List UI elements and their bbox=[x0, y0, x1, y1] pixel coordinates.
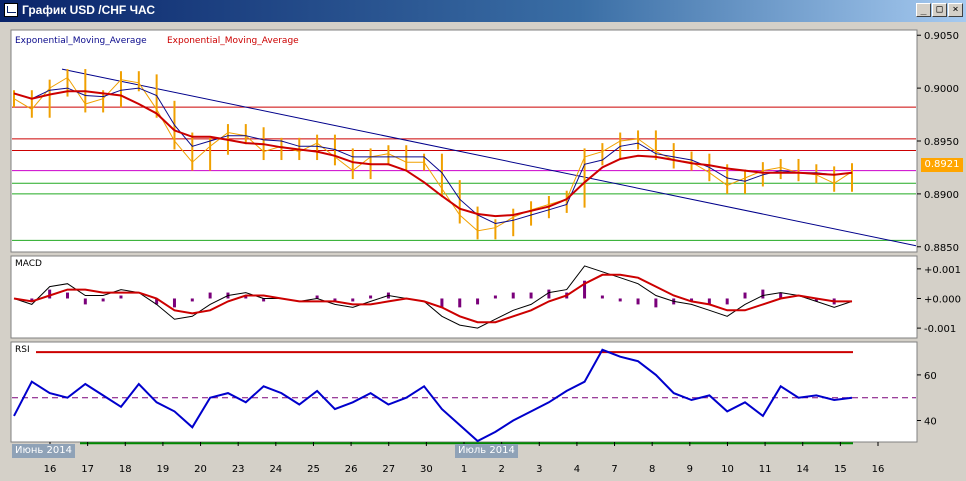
price-y-tick-label: 0.8850 bbox=[924, 243, 959, 254]
month-label-june: Июнь 2014 bbox=[12, 444, 75, 458]
x-tick-label: 9 bbox=[687, 464, 693, 475]
x-tick-label: 18 bbox=[119, 464, 132, 475]
x-tick-label: 10 bbox=[721, 464, 734, 475]
x-tick-label: 25 bbox=[307, 464, 320, 475]
x-tick-label: 4 bbox=[574, 464, 580, 475]
macd-y-tick-label: +0.001 bbox=[924, 265, 961, 276]
x-tick-label: 14 bbox=[796, 464, 809, 475]
x-tick-label: 17 bbox=[81, 464, 94, 475]
legend-ema-slow: Exponential_Moving_Average bbox=[167, 36, 299, 46]
x-tick-label: 27 bbox=[382, 464, 395, 475]
macd-y-tick-label: +0.000 bbox=[924, 294, 961, 305]
rsi-label: RSI bbox=[15, 345, 30, 355]
chart-canvas: Exponential_Moving_Average Exponential_M… bbox=[10, 29, 961, 475]
x-tick-label: 16 bbox=[44, 464, 57, 475]
rsi-y-tick-label: 40 bbox=[924, 416, 937, 427]
x-tick-label: 8 bbox=[649, 464, 655, 475]
x-tick-label: 3 bbox=[536, 464, 542, 475]
x-tick-label: 19 bbox=[157, 464, 170, 475]
x-tick-label: 1 bbox=[461, 464, 467, 475]
x-tick-label: 24 bbox=[269, 464, 282, 475]
current-price-tag: 0.8921 bbox=[921, 158, 963, 172]
x-tick-label: 7 bbox=[611, 464, 617, 475]
rsi-y-tick-label: 60 bbox=[924, 371, 937, 382]
x-tick-label: 30 bbox=[420, 464, 433, 475]
price-y-tick-label: 0.8950 bbox=[924, 137, 959, 148]
x-tick-label: 2 bbox=[498, 464, 504, 475]
x-tick-label: 16 bbox=[872, 464, 885, 475]
legend-ema-fast: Exponential_Moving_Average bbox=[15, 36, 147, 46]
x-tick-label: 20 bbox=[194, 464, 207, 475]
price-y-tick-label: 0.9050 bbox=[924, 31, 959, 42]
macd-label: MACD bbox=[15, 259, 42, 269]
macd-y-tick-label: -0.001 bbox=[924, 324, 956, 335]
price-y-tick-label: 0.8900 bbox=[924, 190, 959, 201]
month-label-july: Июль 2014 bbox=[455, 444, 518, 458]
x-tick-label: 23 bbox=[232, 464, 245, 475]
price-y-tick-label: 0.9000 bbox=[924, 84, 959, 95]
x-tick-label: 26 bbox=[345, 464, 358, 475]
x-tick-label: 11 bbox=[759, 464, 772, 475]
x-tick-label: 15 bbox=[834, 464, 847, 475]
